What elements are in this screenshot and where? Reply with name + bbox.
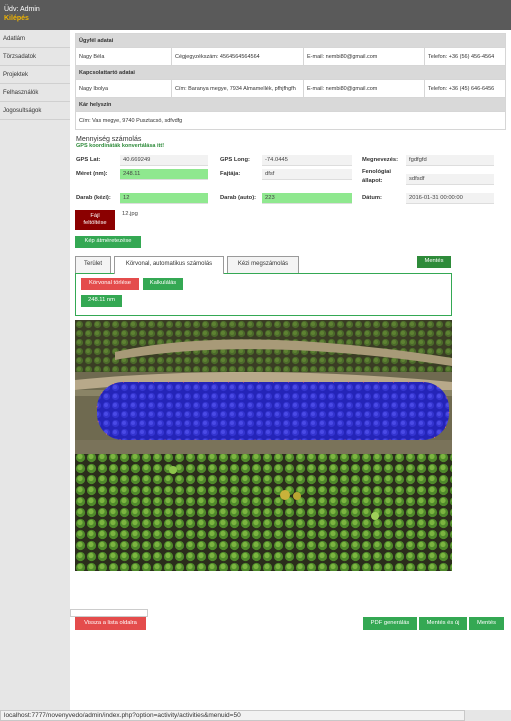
- fenologiai-label-1: Fenológiai: [362, 169, 391, 175]
- resize-image-button[interactable]: Kép átméretezése: [75, 236, 141, 248]
- file-upload-button[interactable]: Fájl feltöltése: [75, 210, 115, 230]
- client-info-table: Ügyfél adatai Nagy Béla Cégjegyzékszám: …: [75, 33, 506, 130]
- tab-kezi[interactable]: Kézi megszámolás: [227, 256, 299, 273]
- contact-name: Nagy Ibolya: [75, 79, 172, 98]
- gps-convert-link[interactable]: GPS koordináták konvertálása itt!: [76, 143, 164, 149]
- fenologiai-label-2: állapot:: [362, 178, 383, 184]
- tab-terulet[interactable]: Terület: [75, 256, 111, 273]
- darab-kezi-field[interactable]: 12: [120, 193, 208, 204]
- gps-long-label: GPS Long:: [220, 157, 250, 163]
- uploaded-file-name: 12.jpg: [122, 211, 138, 217]
- tab-korvonal[interactable]: Körvonal, automatikus számolás: [114, 256, 224, 274]
- gps-lat-field[interactable]: 40.669249: [120, 155, 208, 166]
- megnevezes-field[interactable]: fgdfgfd: [406, 155, 494, 166]
- sidebar-item-torzsadatok[interactable]: Törzsadatok: [0, 48, 70, 66]
- save-button-bottom[interactable]: Mentés: [469, 617, 504, 630]
- calculate-button[interactable]: Kalkulálás: [143, 278, 183, 290]
- client-phone: Telefon: +36 (56) 456-4564: [424, 47, 506, 66]
- fajta-field[interactable]: dfsf: [262, 169, 352, 180]
- darab-auto-label: Darab (auto):: [220, 195, 257, 201]
- pdf-generate-button[interactable]: PDF generálás: [363, 617, 417, 630]
- orchard-image: [75, 320, 452, 571]
- save-and-new-button[interactable]: Mentés és új: [419, 617, 467, 630]
- result-badge: 248.11 nm: [81, 295, 122, 307]
- contact-header: Kapcsolattartó adatai: [75, 65, 506, 80]
- client-registration: Cégjegyzékszám: 4564564564564: [171, 47, 304, 66]
- file-upload-label-2: feltöltése: [83, 220, 107, 226]
- megnevezes-label: Megnevezés:: [362, 157, 399, 163]
- main-content: Ügyfél adatai Nagy Béla Cégjegyzékszám: …: [70, 30, 511, 710]
- welcome-text: Üdv: Admin: [4, 6, 40, 13]
- section-title: Mennyiség számolás: [76, 136, 142, 143]
- sidebar-item-felhasznalok[interactable]: Felhasználók: [0, 84, 70, 102]
- damage-header: Kár helyszín: [75, 97, 506, 112]
- gps-lat-label: GPS Lat:: [76, 157, 101, 163]
- client-name: Nagy Béla: [75, 47, 172, 66]
- status-url: localhost:7777/novenyvedo/admin/index.ph…: [0, 710, 465, 721]
- aerial-photo[interactable]: [75, 320, 452, 571]
- client-header: Ügyfél adatai: [75, 33, 506, 48]
- datum-field[interactable]: 2016-01-31 00:00:00: [406, 193, 494, 204]
- sidebar-item-jogosultsagok[interactable]: Jogosultságok: [0, 102, 70, 120]
- darab-auto-field[interactable]: 223: [262, 193, 352, 204]
- sidebar-item-adatlam[interactable]: Adatlám: [0, 30, 70, 48]
- save-button-top[interactable]: Mentés: [417, 256, 451, 268]
- gps-long-field[interactable]: -74.0445: [262, 155, 352, 166]
- contact-phone: Telefon: +36 (45) 646-6456: [424, 79, 506, 98]
- contact-email: E-mail: nembi80@gmail.com: [303, 79, 425, 98]
- small-input[interactable]: [70, 609, 148, 617]
- file-upload-label-1: Fájl: [90, 213, 100, 219]
- top-bar: Üdv: Admin Kilépés: [0, 0, 511, 30]
- sidebar-item-projektek[interactable]: Projektek: [0, 66, 70, 84]
- darab-kezi-label: Darab (kézi):: [76, 195, 111, 201]
- fenologiai-field[interactable]: sdfsdf: [406, 174, 494, 185]
- datum-label: Dátum:: [362, 195, 382, 201]
- meret-field[interactable]: 248.11: [120, 169, 208, 180]
- back-to-list-button[interactable]: Vissza a lista oldalra: [75, 617, 146, 630]
- damage-address: Cím: Vas megye, 9740 Pusztacsó, sdfvdfg: [75, 111, 506, 130]
- contact-address: Cím: Baranya megye, 7934 Almamellék, pfh…: [171, 79, 304, 98]
- meret-label: Méret (nm):: [76, 171, 108, 177]
- logout-link[interactable]: Kilépés: [4, 15, 29, 22]
- sidebar: Adatlám Törzsadatok Projektek Felhasznál…: [0, 30, 70, 721]
- fajta-label: Fajtája:: [220, 171, 241, 177]
- client-email: E-mail: nembi80@gmail.com: [303, 47, 425, 66]
- delete-outline-button[interactable]: Körvonal törlése: [81, 278, 139, 290]
- tab-panel: Körvonal törlése Kalkulálás 248.11 nm: [75, 273, 452, 316]
